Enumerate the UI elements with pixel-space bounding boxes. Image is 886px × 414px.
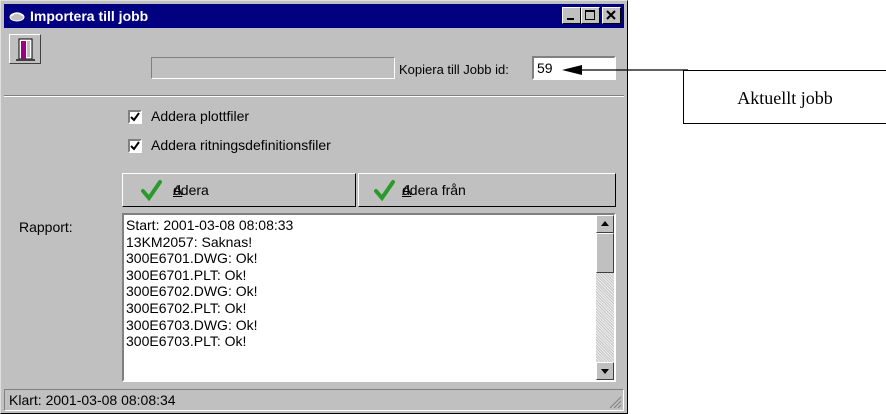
report-scrollbar[interactable] [596, 215, 614, 380]
close-button[interactable] [602, 7, 621, 24]
maximize-button[interactable] [581, 7, 600, 24]
progress-bar [151, 57, 395, 79]
close-icon [606, 10, 616, 20]
report-textarea[interactable]: Start: 2001-03-08 08:08:33 13KM2057: Sak… [122, 213, 616, 382]
import-dialog: Importera till jobb Kopiera till Jobb id… [0, 0, 628, 414]
plot-checkbox[interactable] [128, 110, 142, 124]
door-icon [16, 38, 35, 61]
scroll-down-button[interactable] [596, 362, 614, 380]
exit-door-button[interactable] [9, 34, 41, 64]
callout-box: Aktuellt jobb [683, 70, 886, 124]
minimize-button[interactable] [562, 7, 581, 24]
app-icon [9, 12, 25, 22]
check-icon [374, 180, 395, 202]
report-line: 300E6702.DWG: Ok! [126, 283, 258, 300]
add-from-file-button[interactable]: Addera från fil till jobbet [122, 173, 356, 294]
separator [4, 95, 624, 97]
arrow-down-icon [601, 369, 609, 374]
job-id-value: 59 [537, 60, 553, 76]
plot-checkbox-label: Addera plottfiler [151, 108, 250, 124]
status-text: Klart: 2001-03-08 08:08:34 [4, 389, 624, 411]
report-lines: Start: 2001-03-08 08:08:33 13KM2057: Sak… [126, 217, 293, 350]
maximize-icon [585, 10, 595, 20]
add-from-clipboard-button[interactable]: Addera från klippbordet [358, 173, 616, 230]
arrow-up-icon [601, 221, 609, 226]
job-id-label: Kopiera till Jobb id: [399, 62, 509, 77]
report-line: 300E6703.DWG: Ok! [126, 316, 258, 333]
report-line: 300E6701.PLT: Ok! [126, 266, 247, 283]
status-bar: Klart: 2001-03-08 08:08:34 [4, 389, 624, 411]
ritning-checkbox[interactable] [128, 139, 142, 153]
report-label: Rapport: [19, 219, 73, 235]
report-line: 300E6702.PLT: Ok! [126, 299, 247, 316]
scroll-up-button[interactable] [596, 215, 614, 233]
check-icon [141, 180, 162, 202]
checkmark-icon [130, 141, 140, 151]
report-line: 300E6703.PLT: Ok! [126, 333, 247, 350]
report-line: Start: 2001-03-08 08:08:33 [126, 217, 294, 233]
callout-arrow [562, 65, 688, 75]
minimize-icon [567, 18, 574, 20]
scroll-thumb[interactable] [596, 233, 614, 273]
report-line: 13KM2057: Saknas! [126, 233, 253, 250]
checkmark-icon [130, 112, 140, 122]
callout-label: Aktuellt jobb [737, 88, 833, 108]
title-bar[interactable]: Importera till jobb [4, 4, 624, 28]
report-line: 300E6701.DWG: Ok! [126, 250, 258, 267]
ritning-checkbox-label: Addera ritningsdefinitionsfiler [151, 137, 331, 153]
resize-grip-icon[interactable] [608, 395, 622, 409]
window-title: Importera till jobb [30, 8, 149, 24]
